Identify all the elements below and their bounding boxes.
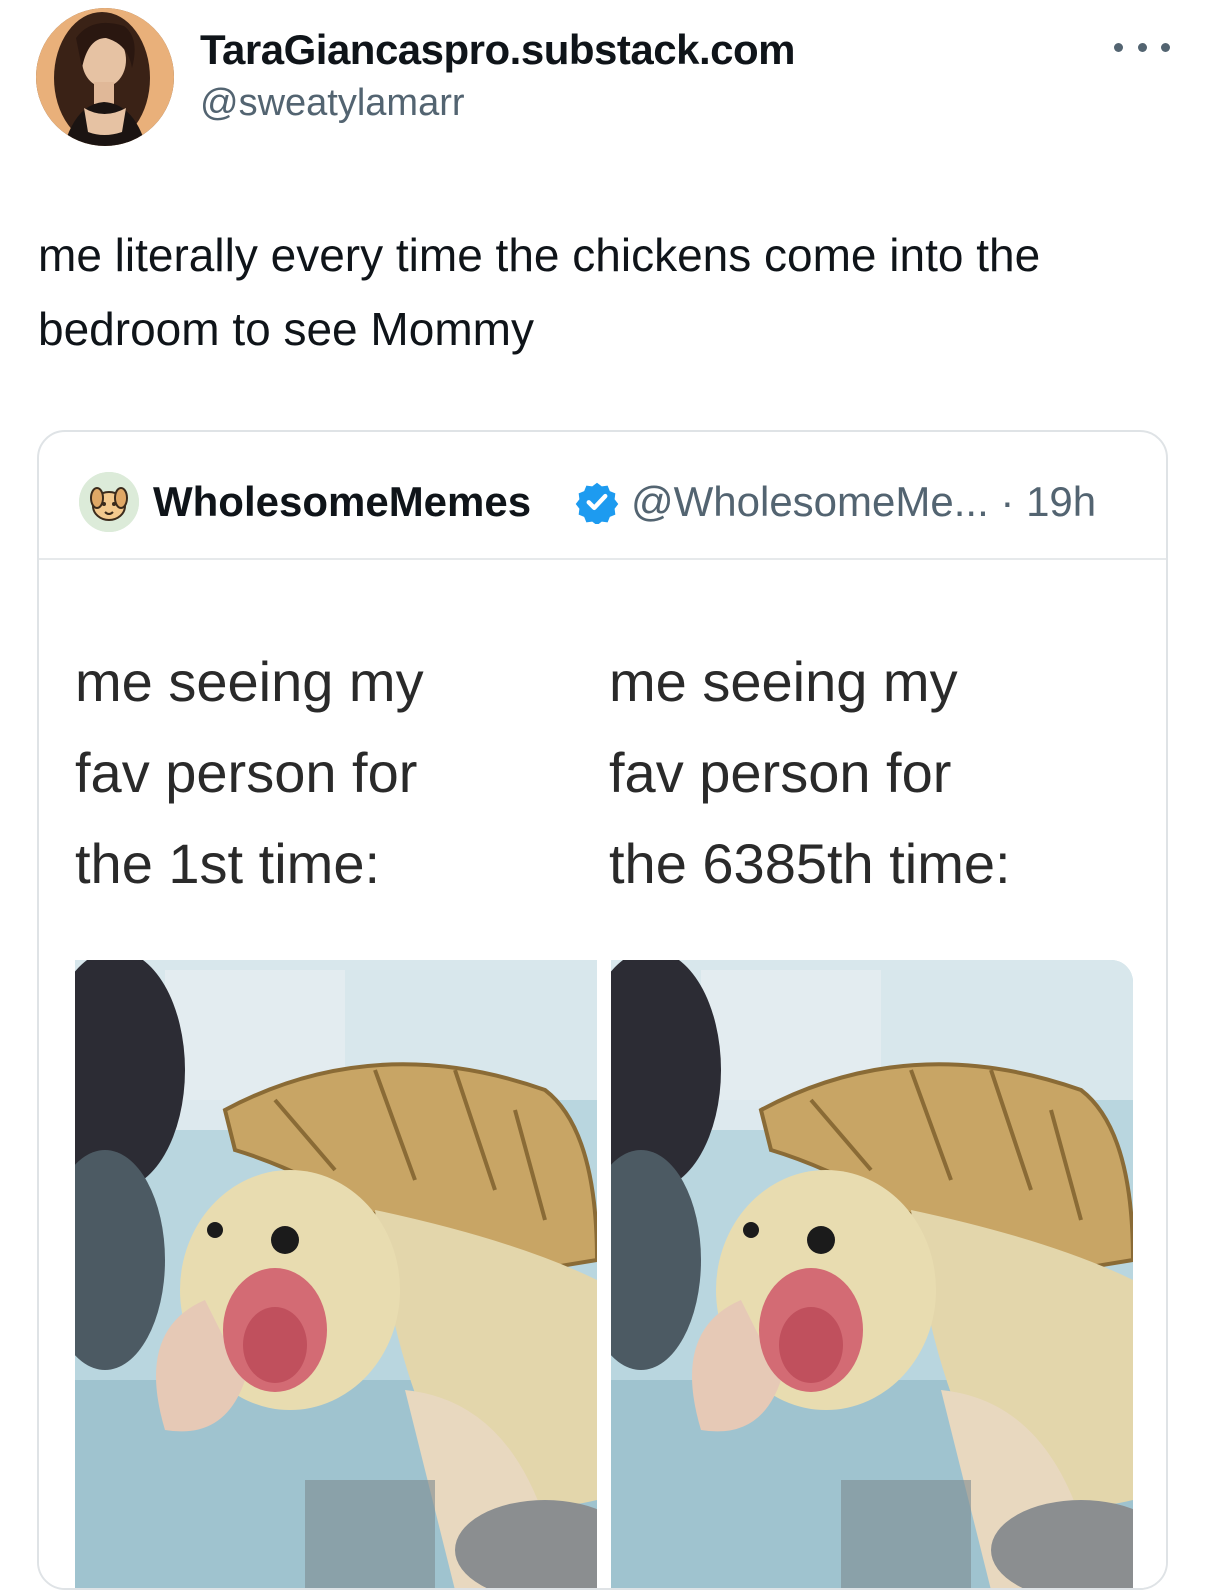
- turtle-icon: [611, 960, 1133, 1588]
- turtle-image-left: [75, 960, 597, 1588]
- quoted-author-display-name[interactable]: WholesomeMemes: [153, 478, 531, 526]
- quoted-author-avatar[interactable]: [79, 472, 139, 532]
- quoted-tweet-card[interactable]: WholesomeMemes @WholesomeMe... · 19h me …: [37, 430, 1168, 1590]
- dog-icon: [79, 472, 139, 532]
- author-display-name[interactable]: TaraGiancaspro.substack.com: [200, 26, 795, 74]
- more-dot: [1137, 42, 1147, 52]
- profile-photo: [36, 8, 174, 146]
- meme-left-caption: me seeing my fav person for the 1st time…: [75, 650, 424, 895]
- turtle-icon: [75, 960, 597, 1588]
- author-handle[interactable]: @sweatylamarr: [200, 82, 465, 125]
- more-options-icon[interactable]: [1114, 30, 1170, 64]
- meme-right-caption: me seeing my fav person for the 6385th t…: [609, 650, 1011, 895]
- meme-image[interactable]: me seeing my fav person for the 1st time…: [39, 560, 1166, 1588]
- turtle-image-right: [611, 960, 1133, 1588]
- tweet-text: me literally every time the chickens com…: [38, 229, 1041, 355]
- more-dot: [1114, 42, 1123, 52]
- quoted-author-handle-and-time[interactable]: @WholesomeMe... · 19h: [631, 478, 1096, 526]
- verified-badge-icon: [575, 482, 619, 524]
- more-dot: [1161, 42, 1170, 52]
- quoted-tweet-header: WholesomeMemes @WholesomeMe... · 19h: [39, 432, 1166, 560]
- author-avatar[interactable]: [36, 8, 174, 146]
